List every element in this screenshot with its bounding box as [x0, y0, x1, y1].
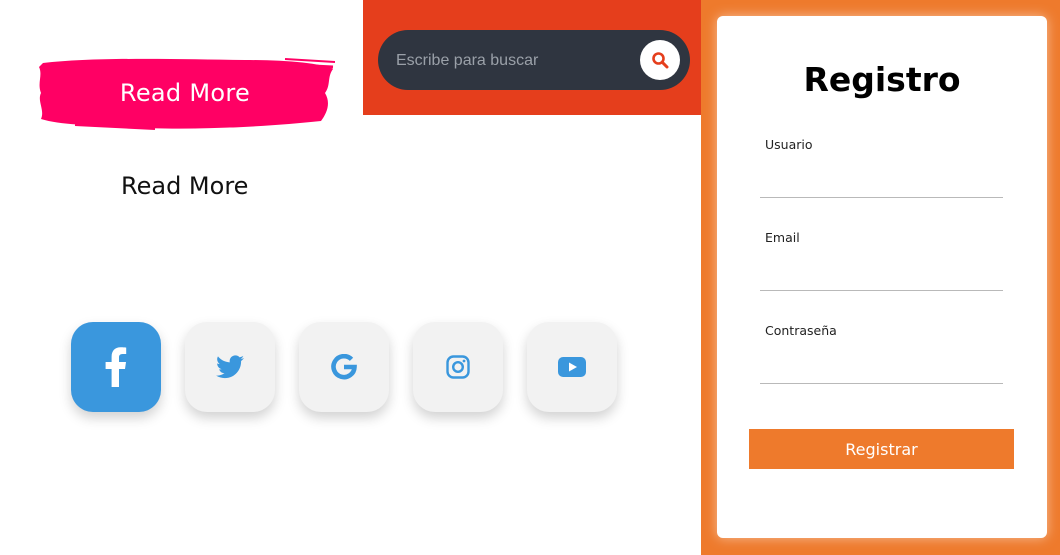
- password-underline: [760, 383, 1003, 384]
- read-more-brush-label: Read More: [119, 78, 251, 107]
- register-panel: Registro Usuario Email Contraseña Regist…: [701, 0, 1060, 555]
- search-box: [378, 30, 690, 92]
- register-button[interactable]: Registrar: [749, 429, 1014, 469]
- instagram-icon: [446, 355, 470, 379]
- username-label: Usuario: [765, 137, 813, 152]
- password-field[interactable]: [761, 354, 1005, 384]
- youtube-button[interactable]: [527, 322, 617, 412]
- search-button[interactable]: [640, 40, 680, 80]
- email-underline: [760, 290, 1003, 291]
- facebook-button[interactable]: [71, 322, 161, 412]
- youtube-icon: [558, 357, 586, 377]
- read-more-link[interactable]: Read More: [121, 172, 248, 200]
- facebook-icon: [105, 347, 127, 387]
- twitter-button[interactable]: [185, 322, 275, 412]
- username-field[interactable]: [761, 168, 1005, 198]
- username-underline: [760, 197, 1003, 198]
- register-title: Registro: [803, 60, 961, 99]
- google-button[interactable]: [299, 322, 389, 412]
- email-field[interactable]: [761, 261, 1005, 291]
- email-label: Email: [765, 230, 800, 245]
- google-icon: [331, 354, 357, 380]
- instagram-button[interactable]: [413, 322, 503, 412]
- password-label: Contraseña: [765, 323, 837, 338]
- search-input[interactable]: [394, 30, 638, 92]
- search-panel: [363, 0, 703, 115]
- twitter-icon: [216, 355, 244, 379]
- read-more-brush-button[interactable]: Read More: [35, 55, 335, 130]
- search-icon: [652, 52, 669, 69]
- register-card: Registro Usuario Email Contraseña Regist…: [717, 16, 1047, 538]
